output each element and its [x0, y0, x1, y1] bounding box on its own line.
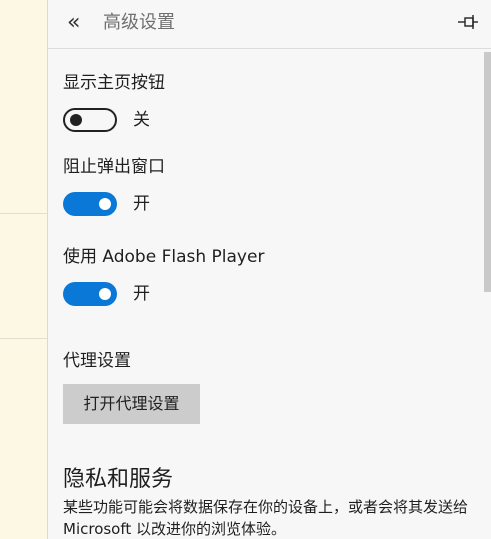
proxy-setting-label: 代理设置	[63, 351, 131, 371]
home-button-toggle[interactable]	[63, 108, 117, 132]
toggle-knob	[99, 288, 111, 300]
flash-toggle-state: 开	[133, 284, 150, 304]
privacy-description: 某些功能可能会将数据保存在你的设备上，或者会将其发送给 Microsoft 以改…	[63, 498, 469, 538]
flash-setting-label: 使用 Adobe Flash Player	[63, 247, 265, 267]
double-chevron-left-icon[interactable]: «	[67, 9, 80, 37]
flash-toggle[interactable]	[63, 282, 117, 306]
popup-block-setting-label: 阻止弹出窗口	[63, 157, 165, 177]
advanced-settings-panel: « 高级设置 显示主页按钮 关 阻止弹出窗口 开 使用 Adobe Flash …	[47, 0, 491, 539]
popup-block-toggle-state: 开	[133, 194, 150, 214]
background-divider	[0, 213, 47, 214]
background-page-strip	[0, 0, 47, 539]
pin-icon[interactable]	[457, 12, 479, 32]
toggle-knob	[99, 198, 111, 210]
scrollbar[interactable]	[484, 52, 491, 292]
home-button-setting-label: 显示主页按钮	[63, 73, 165, 93]
open-proxy-settings-button[interactable]: 打开代理设置	[63, 384, 200, 424]
toggle-knob	[70, 114, 82, 126]
popup-block-toggle[interactable]	[63, 192, 117, 216]
privacy-section-heading: 隐私和服务	[63, 467, 174, 492]
panel-header: « 高级设置	[48, 0, 491, 49]
background-divider	[0, 338, 47, 339]
panel-title: 高级设置	[103, 12, 175, 33]
home-button-toggle-state: 关	[133, 110, 150, 130]
